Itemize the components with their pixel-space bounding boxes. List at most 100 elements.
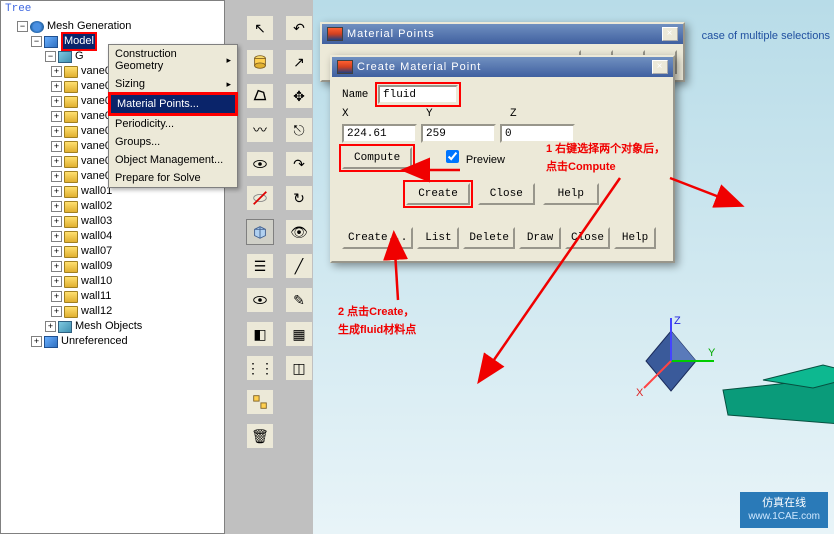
tree-part[interactable]: +wall11 xyxy=(3,289,222,304)
x-input[interactable] xyxy=(342,124,417,143)
preview-checkbox[interactable] xyxy=(446,150,459,163)
tool-layers[interactable]: ☰ xyxy=(246,253,274,279)
menu-item[interactable]: Groups... xyxy=(109,133,237,151)
tool-geom[interactable]: ◧ xyxy=(246,321,274,347)
create-button[interactable]: Create xyxy=(406,183,470,205)
expand-icon[interactable]: − xyxy=(45,51,56,62)
expand-icon[interactable]: + xyxy=(51,126,62,137)
tool-hide[interactable] xyxy=(246,185,274,211)
menu-item[interactable]: Sizing▸ xyxy=(109,75,237,93)
tool-box[interactable] xyxy=(246,219,274,245)
expand-icon[interactable]: + xyxy=(51,246,62,257)
tree-root[interactable]: −Mesh Generation xyxy=(3,19,222,34)
folder-icon xyxy=(64,231,78,243)
menu-item[interactable]: Construction Geometry▸ xyxy=(109,45,237,75)
axis-triad[interactable]: Y Z X xyxy=(626,316,716,409)
help2-button[interactable]: Help xyxy=(614,227,656,249)
y-input[interactable] xyxy=(421,124,496,143)
expand-icon[interactable]: + xyxy=(51,96,62,107)
tree-part[interactable]: +wall09 xyxy=(3,259,222,274)
tool-redo2[interactable]: ↻ xyxy=(285,185,313,211)
expand-icon[interactable]: + xyxy=(31,336,42,347)
compute-button[interactable]: Compute xyxy=(342,147,412,169)
tree-mesh-objects[interactable]: +Mesh Objects xyxy=(3,319,222,334)
tool-split[interactable]: ⎋ xyxy=(285,117,313,143)
tool-arrow[interactable]: ↗ xyxy=(285,49,313,75)
tool-grid[interactable]: ▦ xyxy=(285,321,313,347)
app-icon xyxy=(327,27,343,41)
tool-mesh[interactable]: ◫ xyxy=(285,355,313,381)
tool-line[interactable]: ╱ xyxy=(285,253,313,279)
tool-undo[interactable]: ↶ xyxy=(285,15,313,41)
folder-icon xyxy=(64,141,78,153)
expand-icon[interactable]: + xyxy=(51,186,62,197)
app-icon xyxy=(337,60,353,74)
draw-button[interactable]: Draw xyxy=(519,227,561,249)
folder-icon xyxy=(64,201,78,213)
tool-assembly[interactable] xyxy=(246,389,274,415)
expand-icon[interactable]: − xyxy=(17,21,28,32)
delete-button[interactable]: Delete xyxy=(463,227,515,249)
tree-part[interactable]: +wall10 xyxy=(3,274,222,289)
dialog-titlebar[interactable]: Material Points × xyxy=(322,24,683,44)
tool-select[interactable]: ↖ xyxy=(246,15,274,41)
expand-icon[interactable]: + xyxy=(51,201,62,212)
tool-eye[interactable] xyxy=(246,151,274,177)
svg-text:Z: Z xyxy=(674,316,681,327)
cube-icon xyxy=(44,36,58,48)
z-label: Z xyxy=(510,108,542,120)
folder-icon xyxy=(64,171,78,183)
expand-icon[interactable]: + xyxy=(51,306,62,317)
folder-icon xyxy=(64,186,78,198)
tree-part[interactable]: +wall03 xyxy=(3,214,222,229)
tree-part[interactable]: +wall07 xyxy=(3,244,222,259)
expand-icon[interactable]: − xyxy=(31,36,42,47)
expand-icon[interactable]: + xyxy=(51,141,62,152)
menu-item[interactable]: Material Points... xyxy=(109,93,237,115)
tree-part[interactable]: +wall02 xyxy=(3,199,222,214)
folder-icon xyxy=(64,156,78,168)
name-input[interactable] xyxy=(378,85,458,104)
tool-edit[interactable]: ✎ xyxy=(285,287,313,313)
tool-show[interactable]: 👁 xyxy=(285,219,313,245)
folder-icon xyxy=(64,276,78,288)
help-button[interactable]: Help xyxy=(543,183,599,205)
expand-icon[interactable]: + xyxy=(51,231,62,242)
tool-curve[interactable]: 〰 xyxy=(246,117,274,143)
close2-button[interactable]: Close xyxy=(565,227,610,249)
menu-item[interactable]: Object Management... xyxy=(109,151,237,169)
preview-checkbox-label[interactable]: Preview xyxy=(446,150,505,167)
expand-icon[interactable]: + xyxy=(51,81,62,92)
tool-dots[interactable]: ⋮⋮ xyxy=(246,355,274,381)
expand-icon[interactable]: + xyxy=(51,261,62,272)
tool-cylinder[interactable] xyxy=(246,49,274,75)
svg-text:Y: Y xyxy=(708,347,716,359)
expand-icon[interactable]: + xyxy=(51,276,62,287)
dialog-titlebar[interactable]: Create Material Point × xyxy=(332,57,673,77)
close-icon[interactable]: × xyxy=(652,60,668,74)
menu-item[interactable]: Prepare for Solve xyxy=(109,169,237,187)
x-label: X xyxy=(342,108,422,120)
list-button[interactable]: List xyxy=(417,227,459,249)
create2-button[interactable]: Create... xyxy=(342,227,413,249)
tool-eye2[interactable] xyxy=(246,287,274,313)
expand-icon[interactable]: + xyxy=(51,216,62,227)
close-button[interactable]: Close xyxy=(478,183,535,205)
close-icon[interactable]: × xyxy=(662,27,678,41)
tool-redo[interactable]: ↷ xyxy=(285,151,313,177)
expand-icon[interactable]: + xyxy=(51,291,62,302)
vertical-toolbar-2: ↶ ↗ ✥ ⎋ ↷ ↻ 👁 ╱ ✎ ▦ ◫ xyxy=(285,15,313,381)
expand-icon[interactable]: + xyxy=(51,171,62,182)
expand-icon[interactable]: + xyxy=(51,156,62,167)
tree-unreferenced[interactable]: +Unreferenced xyxy=(3,334,222,349)
tool-trash[interactable]: 🗑 xyxy=(246,423,274,449)
expand-icon[interactable]: + xyxy=(45,321,56,332)
tree-part[interactable]: +wall12 xyxy=(3,304,222,319)
menu-item[interactable]: Periodicity... xyxy=(109,115,237,133)
tree-part[interactable]: +wall04 xyxy=(3,229,222,244)
tool-move[interactable]: ✥ xyxy=(285,83,313,109)
expand-icon[interactable]: + xyxy=(51,111,62,122)
expand-icon[interactable]: + xyxy=(51,66,62,77)
y-label: Y xyxy=(426,108,506,120)
tool-poly[interactable] xyxy=(246,83,274,109)
